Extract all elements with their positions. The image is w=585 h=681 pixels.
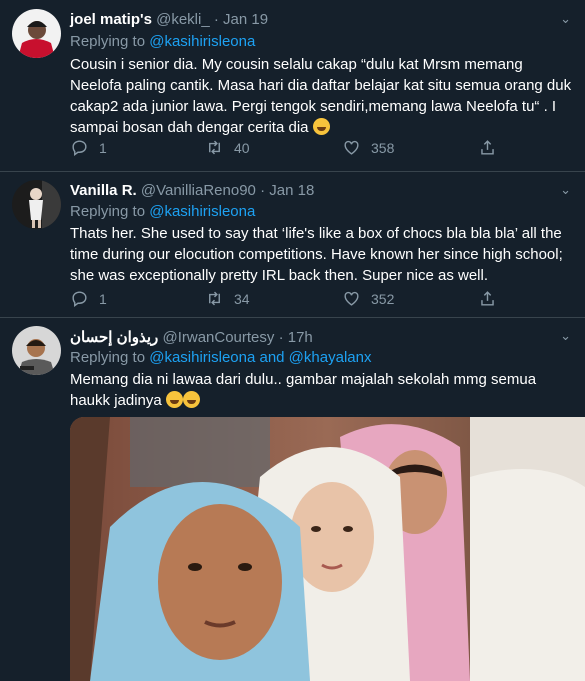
reply-icon (72, 140, 87, 157)
reply-mention[interactable]: @kasihirisleona (149, 203, 255, 220)
reply-button[interactable]: 1 (70, 289, 107, 308)
like-button[interactable]: 352 (342, 289, 394, 308)
retweet-button[interactable]: 34 (205, 289, 250, 308)
share-button[interactable] (478, 138, 497, 157)
share-icon (481, 140, 494, 155)
separator: · (278, 329, 284, 346)
chevron-down-icon[interactable]: ⌄ (560, 11, 571, 27)
author-handle[interactable]: @IrwanCourtesy (162, 329, 274, 346)
joy-emoji-icon (182, 391, 200, 408)
retweet-icon (209, 140, 220, 155)
replying-to-label: Replying to (70, 203, 146, 220)
joy-emoji-icon (165, 391, 183, 408)
share-icon (481, 291, 494, 306)
retweet-count: 34 (234, 290, 250, 307)
timestamp[interactable]: Jan 18 (269, 182, 314, 199)
timestamp[interactable]: Jan 19 (223, 11, 268, 28)
action-bar: 1 34 352 (70, 289, 550, 313)
tweet-body: Cousin i senior dia. My cousin selalu ca… (70, 54, 575, 138)
separator: · (260, 182, 266, 199)
like-count: 358 (371, 139, 395, 156)
tweet[interactable]: Vanilla R. @VanilliaReno90 · Jan 18 ⌄ Re… (0, 171, 585, 318)
author-name[interactable]: ريذوان إحسان (70, 329, 158, 346)
author-handle[interactable]: @VanilliaReno90 (141, 182, 256, 199)
tweet-photo[interactable] (70, 417, 585, 681)
tweet-text: Thats her. She used to say that ‘life's … (70, 225, 563, 284)
reply-icon (72, 291, 87, 308)
action-bar: 1 40 358 (70, 138, 550, 162)
replying-to: Replying to @kasihirisleona and @khayala… (70, 349, 371, 366)
separator: · (213, 11, 219, 28)
replying-to: Replying to @kasihirisleona (70, 33, 255, 50)
like-button[interactable]: 358 (342, 138, 394, 157)
retweet-count: 40 (234, 139, 250, 156)
reply-mention[interactable]: @kasihirisleona and @khayalanx (149, 349, 371, 366)
author-name[interactable]: joel matip's (70, 11, 152, 28)
like-count: 352 (371, 290, 395, 307)
like-icon (344, 291, 359, 306)
retweet-button[interactable]: 40 (205, 138, 250, 157)
retweet-icon (209, 291, 220, 306)
chevron-down-icon[interactable]: ⌄ (560, 328, 571, 344)
joy-emoji-icon (312, 118, 330, 135)
replying-to-label: Replying to (70, 33, 146, 50)
tweet[interactable]: joel matip's @kekli_ · Jan 19 ⌄ Replying… (0, 0, 585, 172)
reply-button[interactable]: 1 (70, 138, 107, 157)
author-name[interactable]: Vanilla R. (70, 182, 137, 199)
timestamp[interactable]: 17h (288, 329, 313, 346)
chevron-down-icon[interactable]: ⌄ (560, 182, 571, 198)
reply-mention[interactable]: @kasihirisleona (149, 33, 255, 50)
avatar[interactable] (12, 180, 61, 229)
replying-to-label: Replying to (70, 349, 146, 366)
reply-count: 1 (99, 139, 107, 156)
avatar[interactable] (12, 326, 61, 375)
like-icon (344, 140, 359, 155)
tweet-body: Thats her. She used to say that ‘life's … (70, 223, 575, 286)
avatar[interactable] (12, 9, 61, 58)
tweet-text: Memang dia ni lawaa dari dulu.. gambar m… (70, 371, 537, 409)
tweet-body: Memang dia ni lawaa dari dulu.. gambar m… (70, 369, 575, 411)
reply-count: 1 (99, 290, 107, 307)
share-button[interactable] (478, 289, 497, 308)
replying-to: Replying to @kasihirisleona (70, 203, 255, 220)
author-handle[interactable]: @kekli_ (156, 11, 210, 28)
